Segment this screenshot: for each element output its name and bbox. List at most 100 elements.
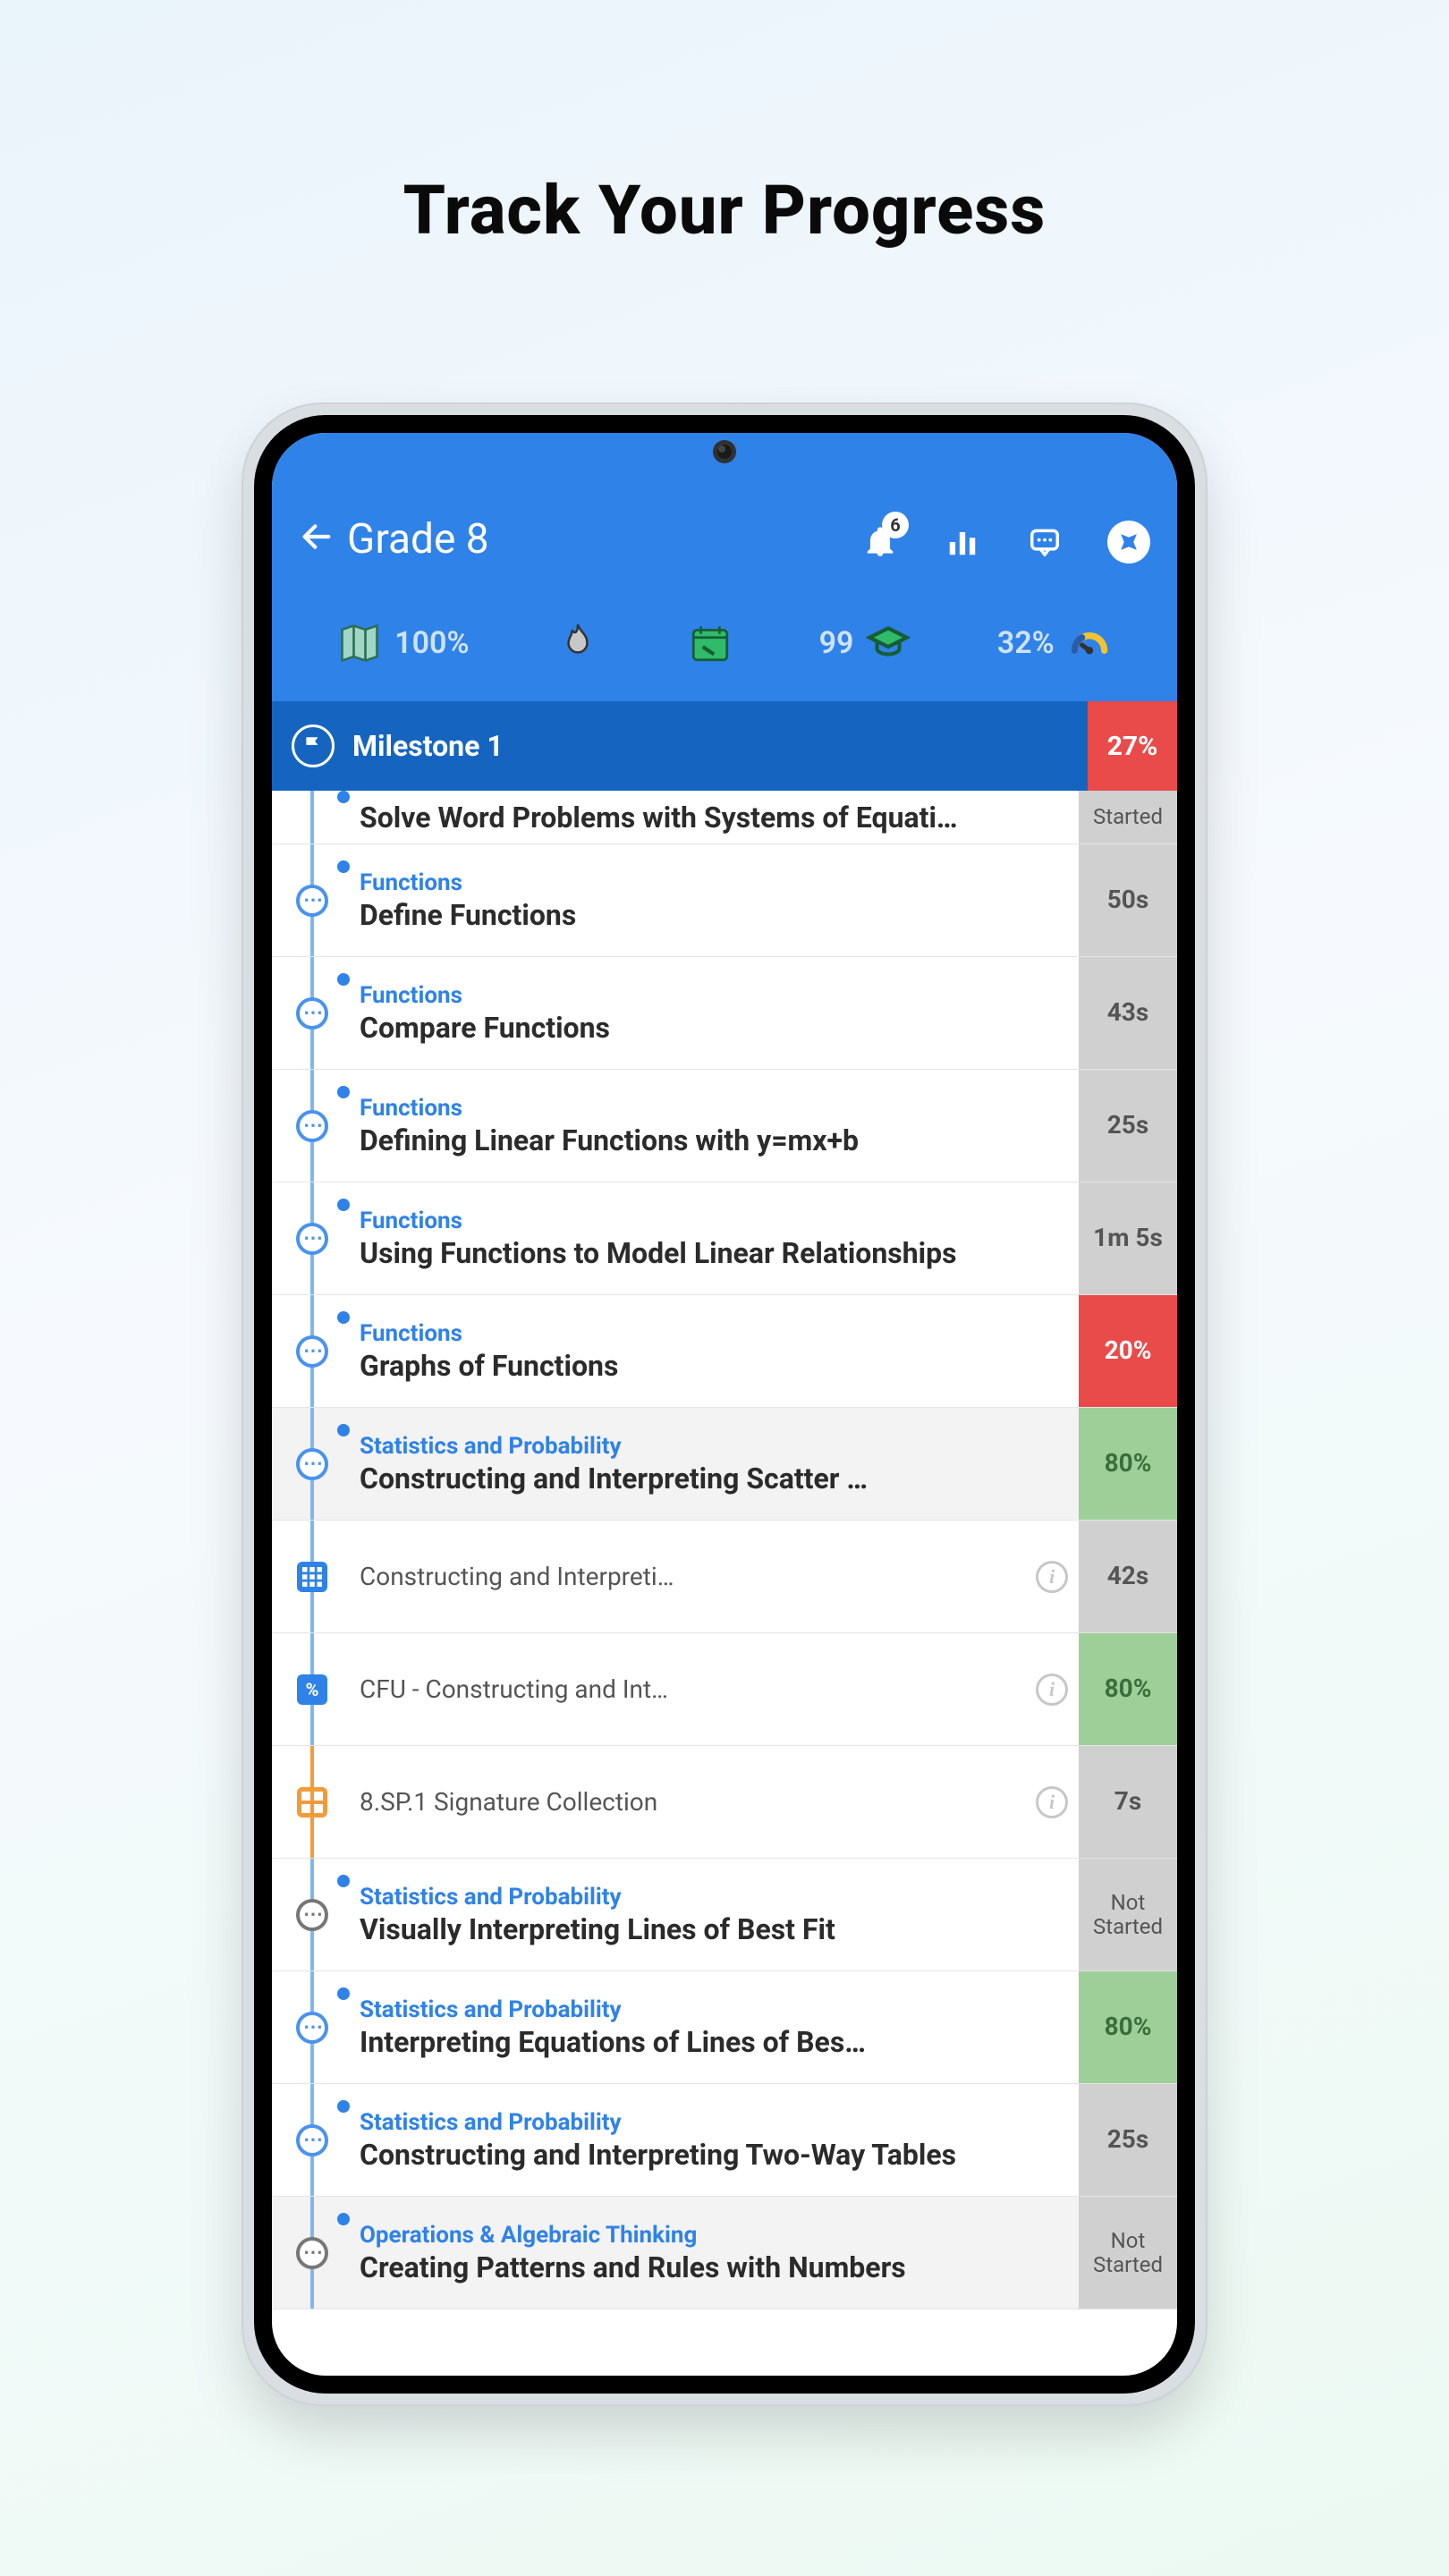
item-content: 8.SP.1 Signature Collection <box>352 1746 1025 1858</box>
app-screenshot: Grade 8 6 <box>272 433 1177 2376</box>
item-content: Statistics and ProbabilityVisually Inter… <box>352 1859 1079 1970</box>
info-button[interactable]: i <box>1025 1521 1079 1632</box>
milestone-percent: 27% <box>1088 701 1177 791</box>
list-item[interactable]: Statistics and ProbabilityInterpreting E… <box>272 1971 1177 2084</box>
back-button[interactable] <box>299 519 335 561</box>
item-category: Statistics and Probability <box>360 1996 1061 2023</box>
item-title: Compare Functions <box>360 1011 1061 1045</box>
percent-icon: % <box>297 1674 327 1705</box>
progress-node-icon <box>296 1448 328 1480</box>
item-content: FunctionsDefine Functions <box>352 844 1079 956</box>
list-item[interactable]: FunctionsUsing Functions to Model Linear… <box>272 1182 1177 1295</box>
timeline-cell <box>272 1295 352 1407</box>
item-content: Operations & Algebraic ThinkingCreating … <box>352 2197 1079 2309</box>
progress-node-icon <box>296 2012 328 2044</box>
flag-icon <box>292 724 335 767</box>
item-content: Statistics and ProbabilityConstructing a… <box>352 2084 1079 2196</box>
item-category: Operations & Algebraic Thinking <box>360 2222 1061 2249</box>
item-status: Not Started <box>1079 2197 1177 2309</box>
metric-streak[interactable] <box>554 619 602 667</box>
item-status: 7s <box>1079 1746 1177 1858</box>
metric-map[interactable]: 100% <box>335 619 469 667</box>
progress-node-icon <box>296 2124 328 2157</box>
item-status: 25s <box>1079 2084 1177 2196</box>
list-item[interactable]: Solve Word Problems with Systems of Equa… <box>272 791 1177 844</box>
item-category: Functions <box>360 1095 1061 1122</box>
item-status: 80% <box>1079 1971 1177 2083</box>
item-category: Functions <box>360 982 1061 1009</box>
timeline-cell <box>272 1971 352 2083</box>
item-content: Constructing and Interpreti… <box>352 1521 1025 1632</box>
info-button[interactable]: i <box>1025 1633 1079 1745</box>
topic-list[interactable]: Solve Word Problems with Systems of Equa… <box>272 791 1177 2376</box>
list-item[interactable]: Statistics and ProbabilityConstructing a… <box>272 1408 1177 1521</box>
notifications-button[interactable]: 6 <box>860 522 900 562</box>
chat-button[interactable] <box>1025 522 1064 562</box>
map-icon <box>335 619 384 667</box>
item-status: 50s <box>1079 844 1177 956</box>
item-category: Statistics and Probability <box>360 2109 1061 2136</box>
item-status: 25s <box>1079 1070 1177 1182</box>
timeline-cell <box>272 1521 352 1632</box>
list-item[interactable]: Statistics and ProbabilityConstructing a… <box>272 2084 1177 2197</box>
list-item[interactable]: %CFU - Constructing and Int…i80% <box>272 1633 1177 1746</box>
graduation-cap-icon <box>864 619 912 667</box>
phone-mockup: Grade 8 6 <box>242 402 1208 2406</box>
stats-button[interactable] <box>943 522 982 562</box>
grid-icon <box>297 1562 327 1592</box>
item-content: Solve Word Problems with Systems of Equa… <box>352 791 1079 843</box>
item-content: Statistics and ProbabilityInterpreting E… <box>352 1971 1079 2083</box>
metric-points-value: 99 <box>819 625 854 661</box>
list-item[interactable]: FunctionsGraphs of Functions20% <box>272 1295 1177 1408</box>
item-content: FunctionsUsing Functions to Model Linear… <box>352 1182 1079 1294</box>
flame-icon <box>554 619 602 667</box>
item-status: 1m 5s <box>1079 1182 1177 1294</box>
metric-calendar[interactable] <box>686 619 734 667</box>
item-status: Not Started <box>1079 1859 1177 1970</box>
item-title: Constructing and Interpreting Two-Way Ta… <box>360 2138 1061 2172</box>
timeline-cell <box>272 1859 352 1970</box>
item-title: CFU - Constructing and Int… <box>360 1674 1007 1704</box>
item-content: FunctionsCompare Functions <box>352 957 1079 1069</box>
progress-node-icon <box>296 2237 328 2269</box>
item-status: 42s <box>1079 1521 1177 1632</box>
item-content: FunctionsGraphs of Functions <box>352 1295 1079 1407</box>
item-title: Visually Interpreting Lines of Best Fit <box>360 1912 1061 1946</box>
item-status: Started <box>1079 791 1177 843</box>
list-item[interactable]: FunctionsDefine Functions50s <box>272 844 1177 957</box>
milestone-bar[interactable]: Milestone 1 27% <box>272 701 1177 791</box>
list-item[interactable]: 8.SP.1 Signature Collectioni7s <box>272 1746 1177 1859</box>
timeline-cell <box>272 791 352 843</box>
list-item[interactable]: Operations & Algebraic ThinkingCreating … <box>272 2197 1177 2309</box>
progress-node-icon <box>296 1223 328 1255</box>
item-category: Functions <box>360 1208 1061 1234</box>
notification-count-badge: 6 <box>882 512 909 538</box>
item-title: Using Functions to Model Linear Relation… <box>360 1236 1061 1270</box>
progress-node-icon <box>296 885 328 917</box>
page-title: Grade 8 <box>347 515 489 564</box>
list-item[interactable]: FunctionsCompare Functions43s <box>272 957 1177 1070</box>
progress-node-icon <box>296 1110 328 1142</box>
timeline-cell <box>272 2084 352 2196</box>
info-button[interactable]: i <box>1025 1746 1079 1858</box>
timeline-cell <box>272 2197 352 2309</box>
list-item[interactable]: Constructing and Interpreti…i42s <box>272 1521 1177 1633</box>
item-category: Functions <box>360 1320 1061 1347</box>
metric-speed-value: 32% <box>997 625 1055 661</box>
timeline-cell <box>272 844 352 956</box>
item-content: FunctionsDefining Linear Functions with … <box>352 1070 1079 1182</box>
timeline-cell <box>272 1070 352 1182</box>
metric-points[interactable]: 99 <box>819 619 913 667</box>
list-item[interactable]: Statistics and ProbabilityVisually Inter… <box>272 1859 1177 1971</box>
item-title: Graphs of Functions <box>360 1349 1061 1383</box>
item-category: Functions <box>360 869 1061 896</box>
milestone-title: Milestone 1 <box>352 729 1088 763</box>
item-content: Statistics and ProbabilityConstructing a… <box>352 1408 1079 1520</box>
item-status: 43s <box>1079 957 1177 1069</box>
item-content: CFU - Constructing and Int… <box>352 1633 1025 1745</box>
list-item[interactable]: FunctionsDefining Linear Functions with … <box>272 1070 1177 1182</box>
metric-map-value: 100% <box>394 625 469 661</box>
progress-node-icon <box>296 997 328 1030</box>
metric-speed[interactable]: 32% <box>997 619 1114 667</box>
compass-button[interactable] <box>1107 521 1150 564</box>
